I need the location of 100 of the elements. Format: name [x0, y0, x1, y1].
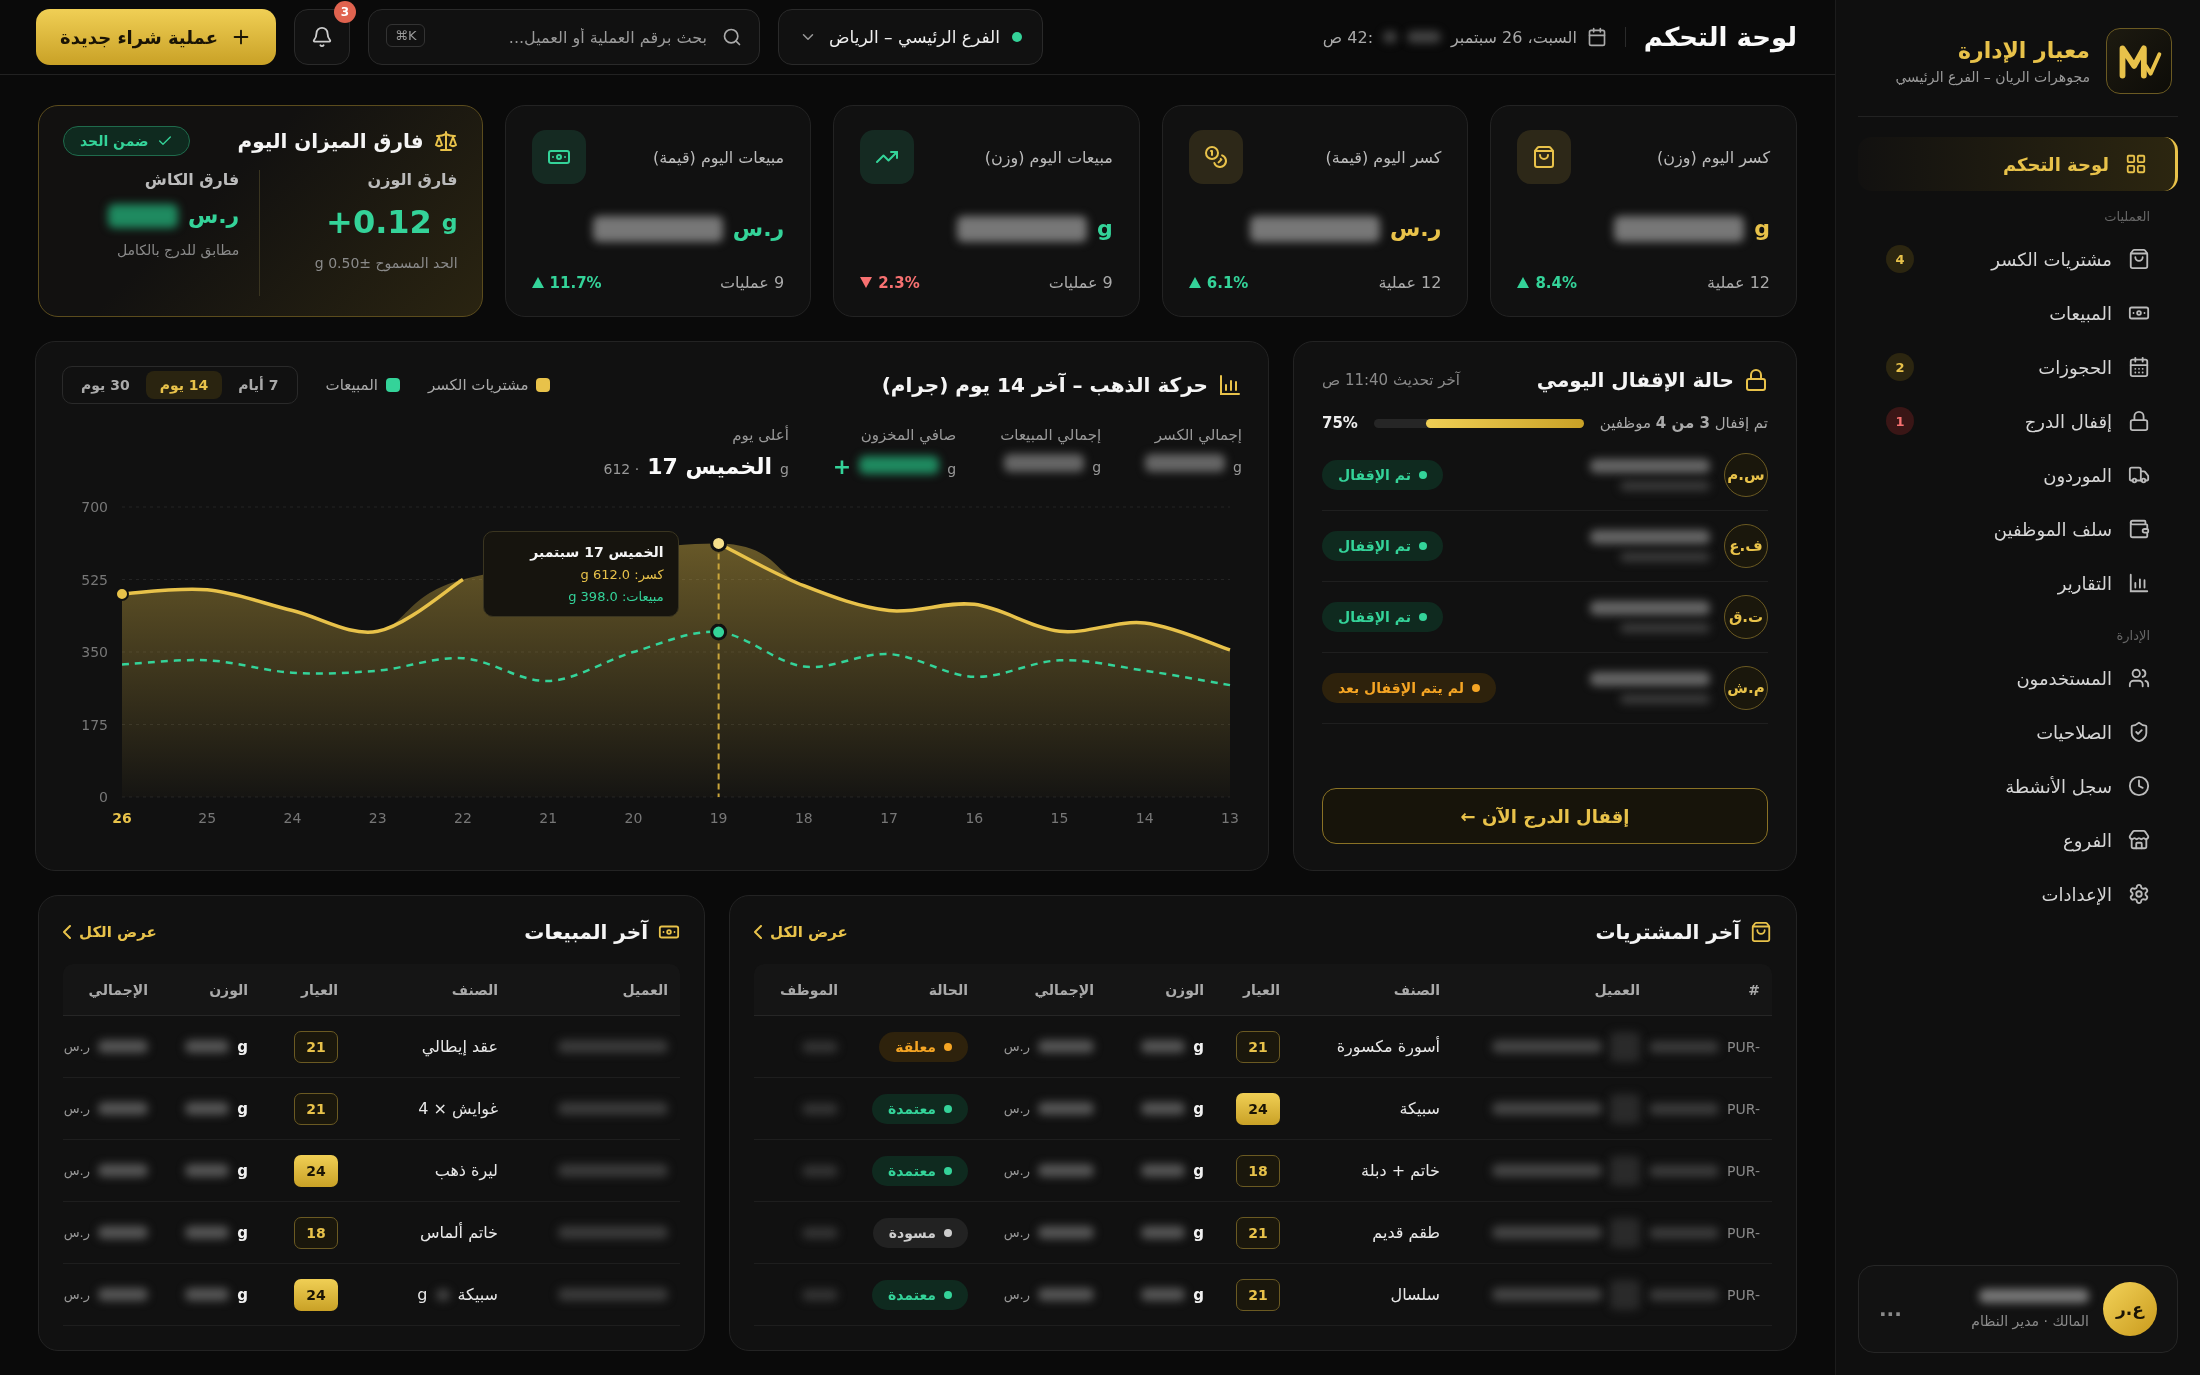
blurred-value: [185, 1164, 230, 1177]
status-badge: معتمدة: [871, 1155, 968, 1186]
chevron-left-icon: [63, 925, 71, 939]
settings-icon: [2128, 883, 2150, 905]
column-header: الصنف: [1392, 981, 1441, 998]
x-axis-label: 24: [283, 810, 302, 826]
status-badge: تم الإقفال: [1322, 460, 1443, 490]
users-icon: [2128, 667, 2150, 689]
unit-label: g: [237, 1037, 248, 1056]
blurred-value: [98, 1102, 148, 1115]
blurred-value: [1038, 1040, 1094, 1053]
nav-section-title: العمليات: [2103, 208, 2151, 226]
data-point: [710, 623, 728, 641]
purchase-id: PUR-: [1727, 1038, 1760, 1055]
unit-label: ر.س: [1390, 216, 1442, 241]
unit-label: ر.س: [63, 1225, 90, 1240]
y-axis-label: 175: [81, 716, 108, 733]
blurred-value: [98, 1040, 148, 1053]
kpi-label: مبيعات اليوم (وزن): [984, 147, 1113, 167]
unit-label: g: [1193, 1161, 1204, 1180]
view-all-link[interactable]: عرض الكل: [63, 923, 157, 941]
nav-item[interactable]: الفروع: [1858, 813, 2178, 867]
nav-item[interactable]: الإعدادات: [1858, 867, 2178, 921]
karat-badge: 18: [294, 1216, 338, 1249]
blurred-value: [185, 1102, 230, 1115]
nav-item[interactable]: سجل الأنشطة: [1858, 759, 2178, 813]
chevron-left-icon: [754, 925, 762, 939]
column-header: #: [1747, 981, 1761, 998]
blurred-value: [1141, 1164, 1186, 1177]
tooltip-line: مبيعات: 398.0 g: [567, 589, 664, 604]
nav-item[interactable]: الصلاحيات: [1858, 705, 2178, 759]
user-card[interactable]: ع.ر المالك · مدير النظام ...: [1858, 1265, 2178, 1353]
unit-label: g: [1193, 1223, 1204, 1242]
bag-icon: [2128, 248, 2150, 270]
blurred-value: [1141, 1040, 1186, 1053]
x-axis-label: 22: [454, 810, 472, 826]
nav-item[interactable]: المبيعات: [1858, 286, 2178, 340]
unit-label: g: [237, 1099, 248, 1118]
status-badge: مسودة: [872, 1217, 968, 1248]
new-purchase-button[interactable]: عملية شراء جديدة: [36, 9, 276, 65]
up-triangle-icon: [531, 277, 544, 288]
data-point: [115, 587, 129, 601]
balance-value: +0.12: [326, 203, 432, 241]
blurred-value: [98, 1226, 148, 1239]
blurred-value: [1649, 1164, 1720, 1177]
x-axis-label: 15: [1050, 810, 1069, 826]
nav-section-title: الإدارة: [2115, 627, 2151, 645]
blurred-value: [1649, 1226, 1720, 1239]
view-all-link[interactable]: عرض الكل: [754, 923, 848, 941]
progress-text: تم إقفال 3 من 4 موظفين: [1599, 414, 1768, 432]
blurred-value: [1610, 1217, 1640, 1248]
close-drawer-button[interactable]: إقفال الدرج الآن ←: [1322, 788, 1768, 844]
item-name: سبيكة: [457, 1285, 498, 1304]
nav-item[interactable]: سلف الموظفين: [1858, 502, 2178, 556]
status-badge: تم الإقفال: [1322, 602, 1443, 632]
count-badge: 2: [1886, 353, 1914, 381]
kpi-label: مبيعات اليوم (قيمة): [653, 147, 785, 167]
brand-name: معيار الإدارة: [1957, 37, 2090, 63]
x-axis-label: 13: [1221, 810, 1239, 826]
up-triangle-icon: [1517, 277, 1530, 288]
nav-item[interactable]: المستخدمون: [1858, 651, 2178, 705]
blurred-value: [98, 1164, 148, 1177]
status-dot: [1011, 32, 1022, 42]
up-triangle-icon: [1188, 277, 1201, 288]
unit-label: g: [779, 461, 789, 477]
range-tab[interactable]: 7 أيام: [224, 371, 293, 399]
column-header: الوزن: [208, 981, 249, 998]
updated-time: آخر تحديث 11:40 ص: [1322, 371, 1461, 389]
nav-item[interactable]: لوحة التحكم: [1858, 137, 2178, 191]
stat-label: أعلى يوم: [731, 426, 789, 444]
column-header: العميل: [621, 981, 669, 998]
grid-icon: [2125, 153, 2147, 175]
unit-label: g: [1193, 1037, 1204, 1056]
item-name: سلسال: [1390, 1285, 1440, 1304]
unit-label: ر.س: [63, 1039, 90, 1054]
nav-item[interactable]: التقارير: [1858, 556, 2178, 610]
karat-badge: 24: [294, 1154, 338, 1187]
more-button[interactable]: ...: [1879, 1297, 1902, 1321]
blurred-value: [185, 1226, 230, 1239]
x-axis-label: 19: [709, 810, 728, 826]
legend-item: مشتريات الكسر: [427, 376, 551, 394]
change-value: 11.7%: [531, 273, 602, 292]
purchase-id: PUR-: [1727, 1100, 1760, 1117]
notifications-button[interactable]: [293, 9, 350, 65]
branch-select[interactable]: الفرع الرئيسي – الرياض: [777, 9, 1043, 65]
stat-label: إجمالي الكسر: [1153, 426, 1242, 444]
legend-item: المبيعات: [325, 376, 400, 394]
shield-icon: [2128, 721, 2150, 743]
card-title: آخر المبيعات: [524, 920, 648, 944]
nav-item[interactable]: الموردون: [1858, 448, 2178, 502]
card-title: حالة الإقفال اليومي: [1536, 368, 1734, 392]
blurred-value: [98, 1288, 148, 1301]
item-name: طقم قديم: [1372, 1223, 1440, 1242]
truck-icon: [2128, 464, 2150, 486]
y-axis-label: 0: [99, 789, 108, 805]
range-tab[interactable]: 30 يوم: [67, 371, 144, 399]
blurred-value: [802, 1288, 838, 1301]
unit-label: g: [441, 209, 458, 235]
range-tab[interactable]: 14 يوم: [145, 371, 223, 399]
change-value: 6.1%: [1188, 273, 1249, 292]
